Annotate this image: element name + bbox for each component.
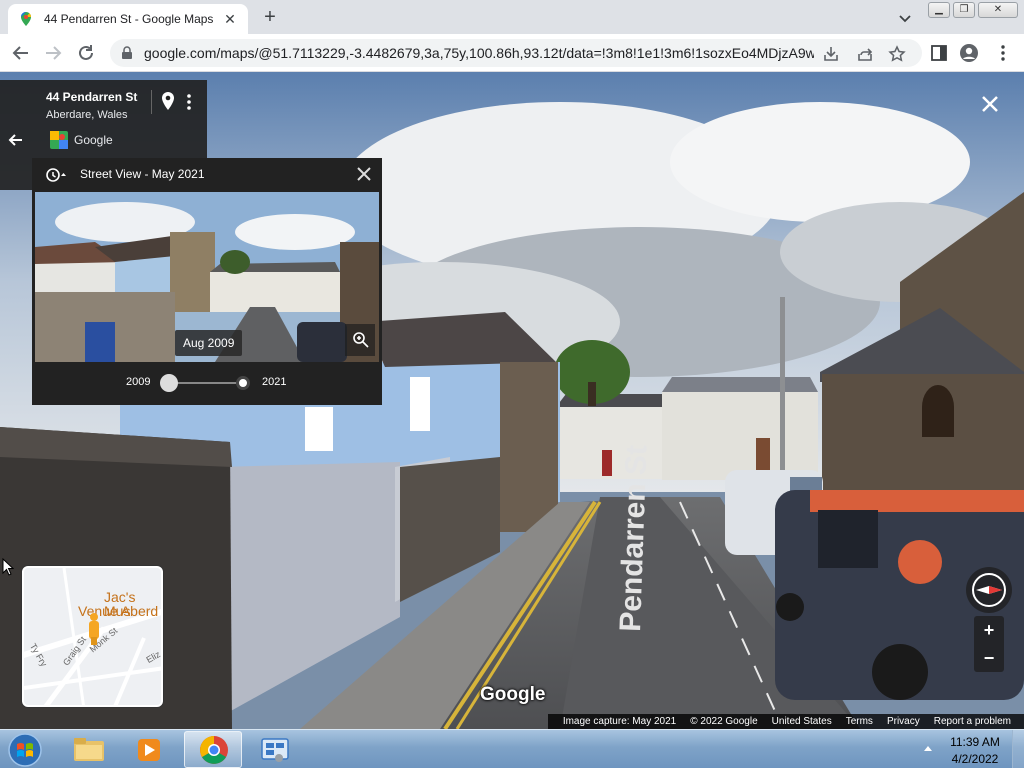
url-text[interactable]: google.com/maps/@51.7113229,-3.4482679,3… (144, 45, 814, 61)
privacy-link[interactable]: Privacy (887, 716, 920, 727)
profile-avatar-icon[interactable] (958, 42, 980, 64)
time-slider-track[interactable] (169, 382, 245, 384)
new-tab-button[interactable]: + (258, 6, 282, 30)
start-button-icon[interactable] (6, 732, 44, 768)
report-problem-link[interactable]: Report a problem (934, 716, 1011, 727)
place-subtitle: Aberdare, Wales (46, 109, 128, 121)
tab-google-maps[interactable]: 44 Pendarren St - Google Maps ✕ (8, 4, 248, 34)
map-pin-icon[interactable] (160, 91, 176, 111)
tab-close-icon[interactable]: ✕ (222, 11, 238, 27)
more-options-icon[interactable] (184, 92, 194, 112)
slider-end-year: 2021 (262, 376, 287, 388)
pegman-icon[interactable] (86, 612, 102, 648)
tab-strip: 44 Pendarren St - Google Maps ✕ + ▁ ❐ ✕ (0, 0, 1024, 34)
zoom-preview-icon[interactable] (345, 324, 375, 356)
google-contributor-icon (50, 131, 68, 149)
historical-preview-image[interactable]: Aug 2009 (35, 192, 379, 362)
time-panel-title: Street View - May 2021 (80, 167, 205, 181)
road-marking-text: Pendarren St (614, 444, 653, 632)
mouse-cursor-icon (2, 558, 14, 576)
control-panel-icon (261, 738, 289, 762)
street-view-panorama[interactable]: Pendarren St 44 Pendarren St Aberdare, W… (0, 72, 1024, 729)
mini-map[interactable]: Jac's Mus Venue Aberd Monk St Graig St T… (22, 566, 163, 707)
attribution-footer: Image capture: May 2021 © 2022 Google Un… (547, 714, 1024, 729)
share-icon[interactable] (856, 45, 874, 63)
bookmark-star-icon[interactable] (888, 45, 906, 63)
install-app-icon[interactable] (822, 45, 840, 63)
close-time-panel-icon[interactable] (355, 165, 373, 183)
zoom-in-button[interactable]: + (974, 616, 1004, 644)
copyright: © 2022 Google (690, 716, 758, 727)
address-bar[interactable]: google.com/maps/@51.7113229,-3.4482679,3… (110, 39, 922, 67)
close-street-view-icon[interactable] (978, 92, 1002, 116)
time-slider-thumb[interactable] (160, 374, 178, 392)
taskbar-control-panel[interactable] (246, 731, 304, 768)
taskbar-media-player[interactable] (120, 731, 178, 768)
preview-date-badge: Aug 2009 (175, 330, 243, 356)
side-panel-icon[interactable] (928, 42, 950, 64)
history-clock-icon[interactable] (44, 167, 66, 183)
google-watermark: Google (480, 684, 546, 705)
tab-title: 44 Pendarren St - Google Maps (44, 12, 214, 26)
browser-toolbar: google.com/maps/@51.7113229,-3.4482679,3… (0, 34, 1024, 72)
place-name: 44 Pendarren St (46, 90, 138, 104)
restore-button[interactable]: ❐ (953, 2, 975, 18)
time-travel-panel: Street View - May 2021 Aug 2009 2009 202… (32, 158, 382, 405)
taskbar-chrome[interactable] (184, 731, 242, 768)
divider (151, 90, 152, 114)
time-slider-end-marker[interactable] (236, 376, 250, 390)
region-link[interactable]: United States (772, 716, 832, 727)
image-capture-date: Image capture: May 2021 (562, 716, 677, 727)
lock-icon[interactable] (120, 46, 134, 60)
clock-time[interactable]: 11:39 AM (950, 735, 1000, 749)
zoom-controls: + − (974, 616, 1004, 672)
chrome-menu-icon[interactable] (992, 42, 1014, 64)
compass-icon (972, 573, 1006, 607)
show-hidden-icons-icon[interactable] (922, 743, 934, 753)
clock-date[interactable]: 4/2/2022 (950, 752, 1000, 766)
forward-arrow-icon[interactable] (42, 42, 64, 64)
chrome-icon (200, 736, 228, 764)
reload-icon[interactable] (75, 42, 97, 64)
media-player-icon (138, 739, 160, 761)
close-window-button[interactable]: ✕ (978, 2, 1018, 18)
zoom-out-button[interactable]: − (974, 644, 1004, 672)
compass[interactable] (966, 567, 1012, 613)
google-maps-icon (21, 12, 31, 26)
back-arrow-icon[interactable] (6, 130, 26, 150)
slider-start-year: 2009 (126, 376, 151, 388)
terms-link[interactable]: Terms (846, 716, 873, 727)
tab-search-chevron-icon[interactable] (895, 8, 915, 28)
contributor-name: Google (74, 133, 113, 147)
windows-taskbar: 11:39 AM 4/2/2022 (0, 729, 1024, 768)
time-panel-header: Street View - May 2021 (32, 158, 382, 192)
taskbar-file-explorer[interactable] (60, 731, 118, 768)
folder-icon (74, 738, 104, 761)
show-desktop-button[interactable] (1012, 730, 1024, 768)
back-arrow-icon[interactable] (10, 42, 32, 64)
minimize-button[interactable]: ▁ (928, 2, 950, 18)
